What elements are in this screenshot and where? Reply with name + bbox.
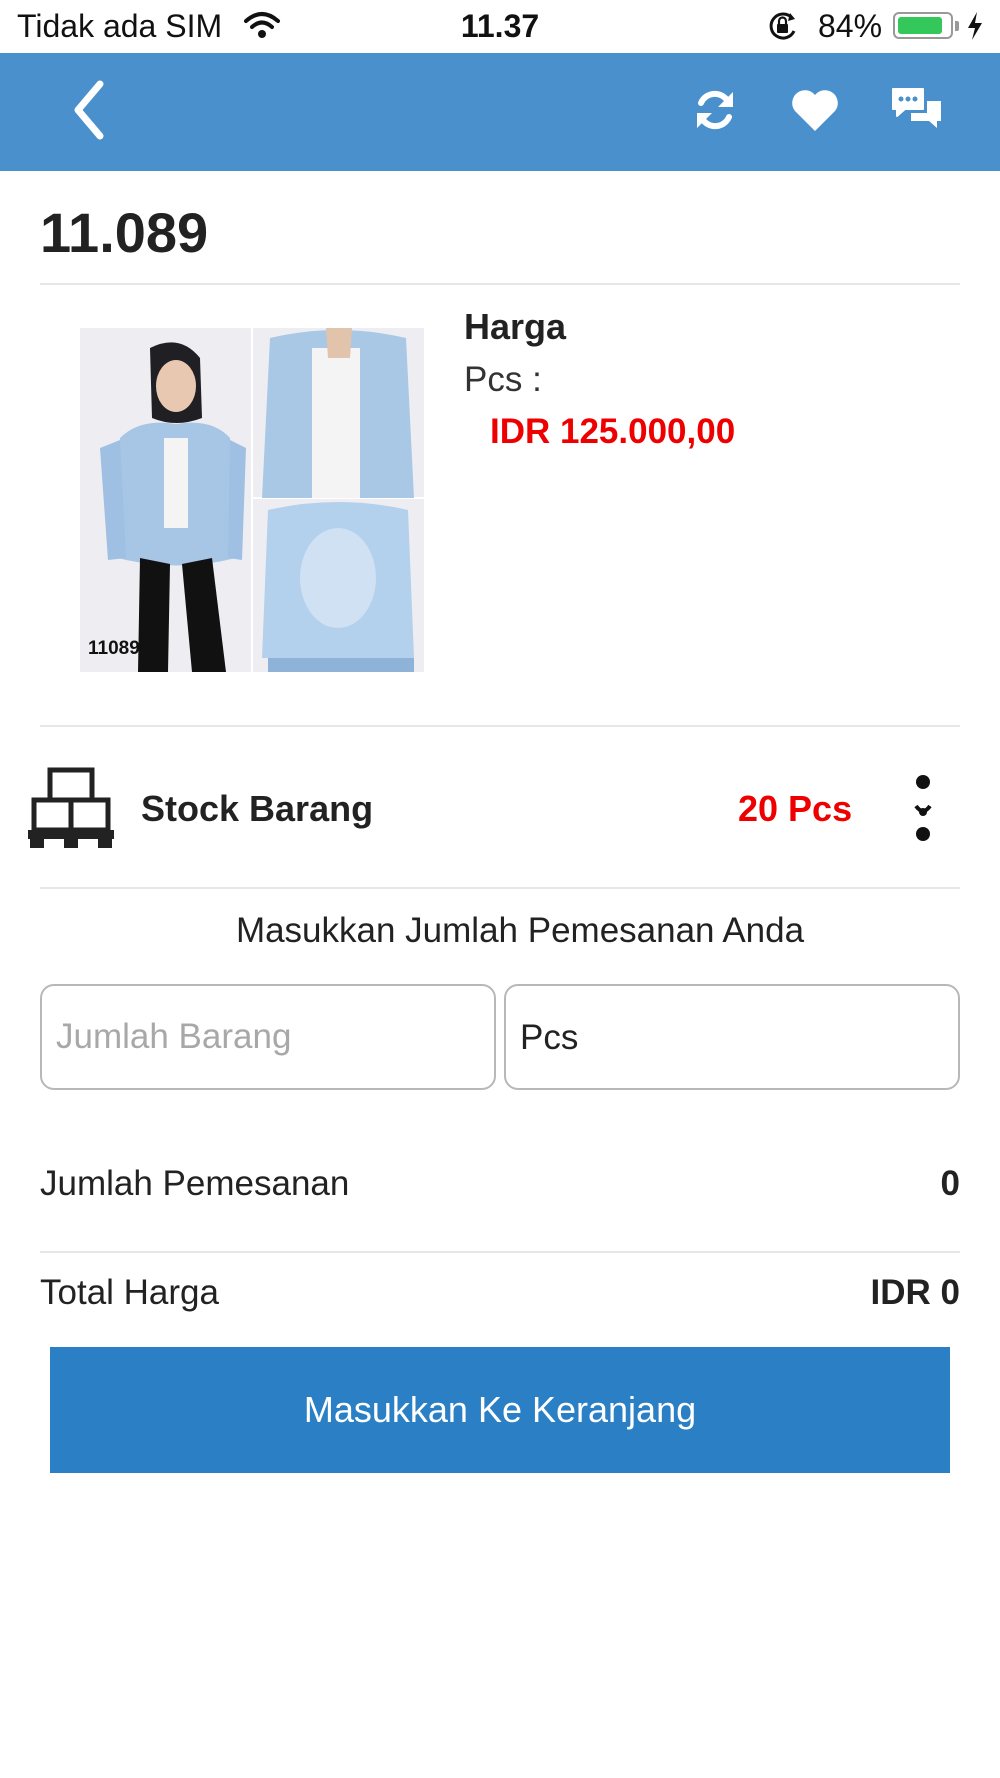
orientation-lock-icon xyxy=(766,11,800,46)
heart-icon xyxy=(790,87,840,138)
charging-bolt-icon xyxy=(966,11,984,46)
favorite-button[interactable] xyxy=(780,77,850,147)
price-title: Harga xyxy=(464,306,567,347)
refresh-button[interactable] xyxy=(680,77,750,147)
divider xyxy=(40,887,960,889)
stock-label: Stock Barang xyxy=(141,788,374,829)
unit-field[interactable]: Pcs xyxy=(504,984,960,1090)
divider xyxy=(40,725,960,727)
product-code: 11.089 xyxy=(40,201,209,264)
quantity-field-wrapper xyxy=(40,984,496,1090)
navigation-bar xyxy=(0,53,1000,171)
chat-button[interactable] xyxy=(882,77,952,147)
battery-level-fill xyxy=(898,17,942,34)
denim-jacket-photo xyxy=(80,328,424,672)
pallet-boxes-icon xyxy=(28,766,114,853)
order-quantity-value: 0 xyxy=(940,1164,960,1203)
chat-icon xyxy=(889,85,945,140)
order-prompt: Masukkan Jumlah Pemesanan Anda xyxy=(235,911,805,950)
battery-percentage: 84% xyxy=(818,8,883,44)
price-unit-label: Pcs : xyxy=(464,360,542,399)
product-image[interactable]: 11089 xyxy=(80,328,424,672)
status-bar: Tidak ada SIM 11.37 84% xyxy=(0,0,1000,53)
order-quantity-label: Jumlah Pemesanan xyxy=(40,1164,350,1203)
divider xyxy=(40,1251,960,1253)
battery-nub xyxy=(955,21,959,31)
quantity-input[interactable] xyxy=(56,986,476,1088)
total-price-value: IDR 0 xyxy=(870,1273,960,1312)
back-chevron-icon xyxy=(70,80,110,145)
add-to-cart-button[interactable]: Masukkan Ke Keranjang xyxy=(50,1347,950,1473)
stock-options-button[interactable] xyxy=(906,772,940,844)
stock-value: 20 Pcs xyxy=(738,788,853,829)
battery-icon xyxy=(893,12,953,39)
image-code-label: 11089 xyxy=(88,638,140,659)
total-price-label: Total Harga xyxy=(40,1273,219,1312)
back-button[interactable] xyxy=(55,77,125,147)
refresh-icon xyxy=(691,86,739,139)
price-value: IDR 125.000,00 xyxy=(490,412,736,451)
divider xyxy=(40,283,960,285)
more-vertical-icon xyxy=(906,775,940,848)
unit-value: Pcs xyxy=(520,1018,579,1057)
